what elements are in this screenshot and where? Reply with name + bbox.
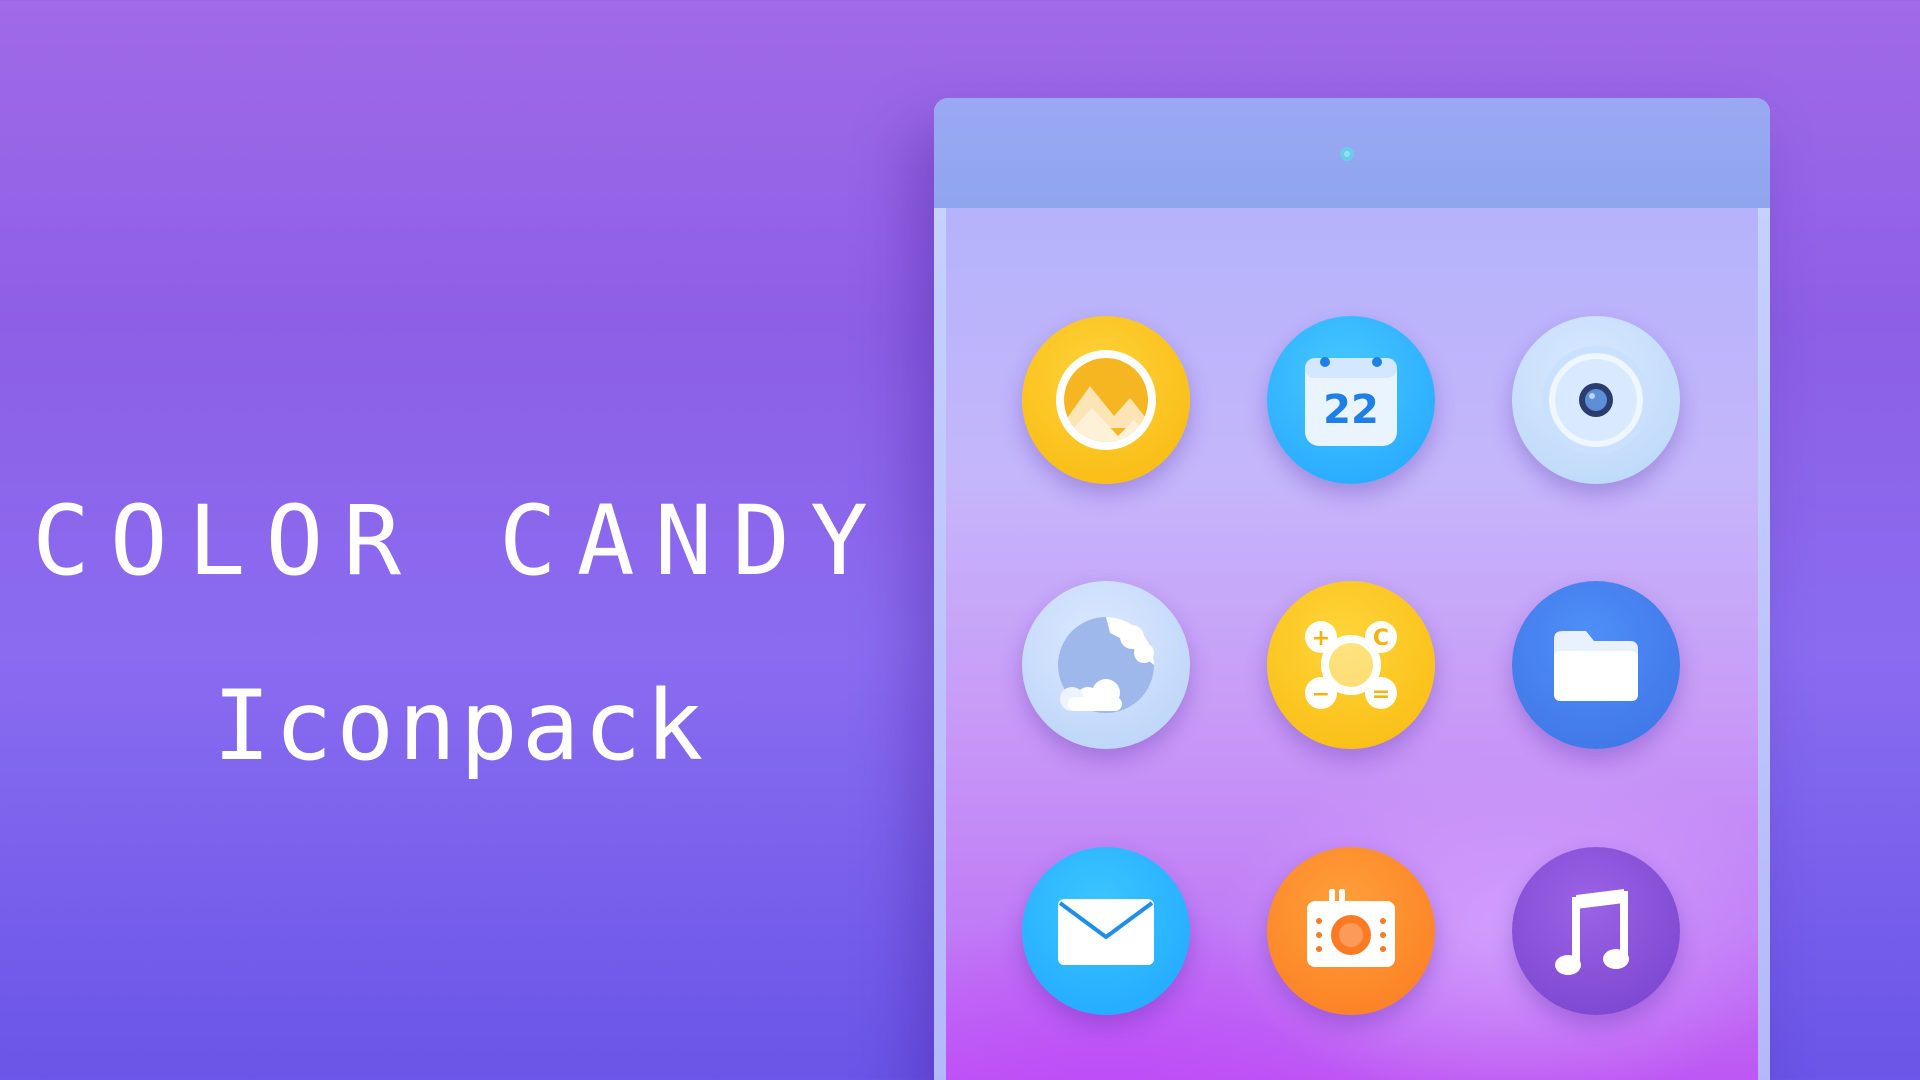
calc-equals-symbol: = [1372, 682, 1390, 707]
front-camera-icon [1340, 147, 1354, 161]
files-icon[interactable] [1512, 581, 1680, 749]
headline-subtitle: Iconpack [212, 670, 708, 782]
calculator-icon[interactable]: + C − = [1267, 581, 1435, 749]
camera-icon[interactable] [1512, 316, 1680, 484]
radio-icon[interactable] [1267, 847, 1435, 1015]
tablet-bezel-top [934, 98, 1770, 208]
calendar-icon[interactable]: 22 [1267, 316, 1435, 484]
calendar-day-number: 22 [1323, 387, 1379, 433]
calc-clear-symbol: C [1373, 626, 1389, 651]
weather-icon[interactable] [1022, 581, 1190, 749]
calc-plus-symbol: + [1312, 626, 1330, 651]
music-icon[interactable] [1512, 847, 1680, 1015]
mail-icon[interactable] [1022, 847, 1190, 1015]
calc-minus-symbol: − [1312, 682, 1330, 707]
gallery-icon[interactable] [1022, 316, 1190, 484]
headline-title: COLOR CANDY [32, 485, 888, 597]
